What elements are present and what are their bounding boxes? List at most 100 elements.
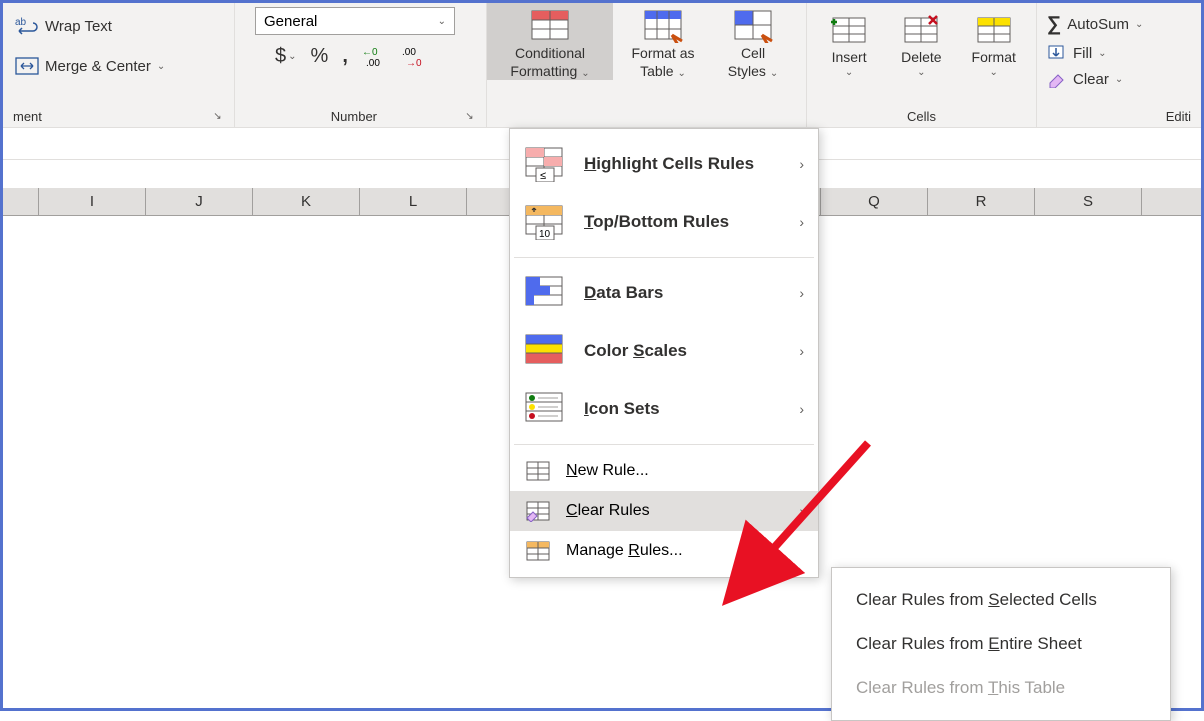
data-bars-item[interactable]: Data Bars › — [510, 264, 818, 322]
svg-text:10: 10 — [539, 229, 551, 240]
decrease-decimal-button[interactable]: .00→0 — [402, 46, 428, 68]
decrease-decimal-icon: .00→0 — [402, 46, 428, 68]
format-icon — [972, 9, 1016, 49]
format-button[interactable]: Format ⌄ — [966, 7, 1022, 79]
column-header[interactable]: J — [146, 188, 253, 215]
column-header[interactable]: I — [39, 188, 146, 215]
chevron-right-icon: › — [799, 503, 804, 519]
format-as-table-icon — [641, 5, 685, 45]
alignment-group-label: ment — [13, 109, 211, 124]
merge-center-button[interactable]: Merge & Center ⌄ — [9, 51, 171, 81]
svg-text:ab: ab — [15, 17, 27, 28]
menu-separator — [514, 444, 814, 445]
column-header[interactable]: R — [928, 188, 1035, 215]
chevron-right-icon: › — [799, 285, 804, 301]
select-all-corner[interactable] — [3, 188, 39, 215]
merge-center-label: Merge & Center — [45, 58, 151, 75]
chevron-down-icon: ⌄ — [438, 16, 446, 27]
clear-rules-icon — [524, 499, 552, 523]
clear-button[interactable]: Clear ⌄ — [1043, 68, 1127, 90]
top-bottom-rules-item[interactable]: 10 Top/Bottom Rules › — [510, 193, 818, 251]
chevron-right-icon: › — [799, 214, 804, 230]
cf-label-1: Conditional — [515, 45, 585, 63]
highlight-cells-rules-item[interactable]: ≤ Highlight Cells Rules › — [510, 135, 818, 193]
clear-rules-entire-sheet[interactable]: Clear Rules from Entire Sheet — [832, 622, 1170, 666]
icon-sets-item[interactable]: Icon Sets › — [510, 380, 818, 438]
cf-label-2: Formatting — [510, 63, 577, 79]
manage-rules-icon — [524, 539, 552, 563]
wrap-text-label: Wrap Text — [45, 18, 112, 35]
clear-rules-this-table: Clear Rules from This Table — [832, 666, 1170, 710]
number-group-label: Number — [245, 109, 463, 124]
clear-rules-selected-cells[interactable]: Clear Rules from Selected Cells — [832, 578, 1170, 622]
chevron-down-icon: ⌄ — [917, 67, 925, 80]
format-as-table-button[interactable]: Format as Table ⌄ — [613, 3, 713, 80]
data-bars-icon — [524, 274, 566, 312]
chevron-down-icon: ⌄ — [157, 61, 165, 72]
percent-format-button[interactable]: % — [311, 45, 329, 68]
insert-label: Insert — [832, 49, 867, 67]
svg-text:≤: ≤ — [540, 170, 546, 182]
number-dialog-launcher[interactable]: ↘ — [463, 109, 476, 123]
conditional-formatting-icon — [528, 5, 572, 45]
new-rule-item[interactable]: New Rule... — [510, 451, 818, 491]
chevron-down-icon: ⌄ — [1135, 19, 1143, 30]
delete-icon — [899, 9, 943, 49]
cells-group-label: Cells — [817, 109, 1026, 124]
delete-button[interactable]: Delete ⌄ — [893, 7, 949, 79]
alignment-group: ab Wrap Text Merge & Center ⌄ ment ↘ — [3, 3, 235, 127]
svg-text:→0: →0 — [406, 58, 422, 68]
conditional-formatting-button[interactable]: Conditional Formatting ⌄ — [487, 3, 613, 80]
increase-decimal-button[interactable]: ←0.00 — [362, 46, 388, 68]
delete-label: Delete — [901, 49, 941, 67]
accounting-format-button[interactable]: $⌄ — [275, 45, 297, 68]
chevron-down-icon: ⌄ — [990, 67, 998, 80]
cell-styles-icon — [731, 5, 775, 45]
column-header[interactable]: K — [253, 188, 360, 215]
cell-styles-button[interactable]: Cell Styles ⌄ — [713, 3, 793, 80]
editing-group-label: Editi — [1047, 109, 1191, 124]
highlight-rules-icon: ≤ — [524, 145, 566, 183]
menu-separator — [514, 257, 814, 258]
svg-text:.00: .00 — [402, 47, 416, 58]
comma-format-button[interactable]: , — [342, 45, 348, 68]
color-scales-icon — [524, 332, 566, 370]
manage-rules-item[interactable]: Manage Rules... — [510, 531, 818, 571]
svg-text:.00: .00 — [366, 58, 380, 68]
chevron-down-icon: ⌄ — [845, 67, 853, 80]
number-format-value: General — [264, 13, 317, 30]
fill-button[interactable]: Fill ⌄ — [1043, 42, 1111, 64]
chevron-down-icon: ⌄ — [770, 68, 778, 79]
chevron-down-icon: ⌄ — [1115, 74, 1123, 85]
clear-rules-submenu: Clear Rules from Selected Cells Clear Ru… — [831, 567, 1171, 721]
color-scales-item[interactable]: Color Scales › — [510, 322, 818, 380]
chevron-down-icon: ⌄ — [677, 68, 685, 79]
increase-decimal-icon: ←0.00 — [362, 46, 388, 68]
ribbon: ab Wrap Text Merge & Center ⌄ ment ↘ Gen… — [3, 3, 1201, 128]
fat-label-2: Table — [640, 63, 673, 79]
fat-label-1: Format as — [631, 45, 694, 63]
merge-center-icon — [15, 55, 39, 77]
format-label: Format — [972, 49, 1016, 67]
chevron-right-icon: › — [799, 401, 804, 417]
cs-label-1: Cell — [741, 45, 765, 63]
column-header[interactable]: Q — [821, 188, 928, 215]
insert-button[interactable]: Insert ⌄ — [821, 7, 877, 79]
column-header[interactable]: L — [360, 188, 467, 215]
insert-icon — [827, 9, 871, 49]
svg-text:←0: ←0 — [362, 47, 378, 58]
conditional-formatting-menu: ≤ Highlight Cells Rules › 10 Top/Bottom … — [509, 128, 819, 578]
chevron-down-icon: ⌄ — [581, 68, 589, 79]
fill-icon — [1047, 44, 1067, 62]
chevron-right-icon: › — [799, 156, 804, 172]
new-rule-icon — [524, 459, 552, 483]
number-group: General ⌄ $⌄ % , ←0.00 .00→0 Number ↘ — [235, 3, 487, 127]
alignment-dialog-launcher[interactable]: ↘ — [211, 109, 224, 123]
clear-rules-item[interactable]: Clear Rules › — [510, 491, 818, 531]
wrap-text-button[interactable]: ab Wrap Text — [9, 11, 171, 41]
fill-label: Fill — [1073, 45, 1092, 62]
eraser-icon — [1047, 70, 1067, 88]
number-format-select[interactable]: General ⌄ — [255, 7, 455, 35]
autosum-button[interactable]: ∑ AutoSum ⌄ — [1043, 11, 1147, 38]
column-header[interactable]: S — [1035, 188, 1142, 215]
